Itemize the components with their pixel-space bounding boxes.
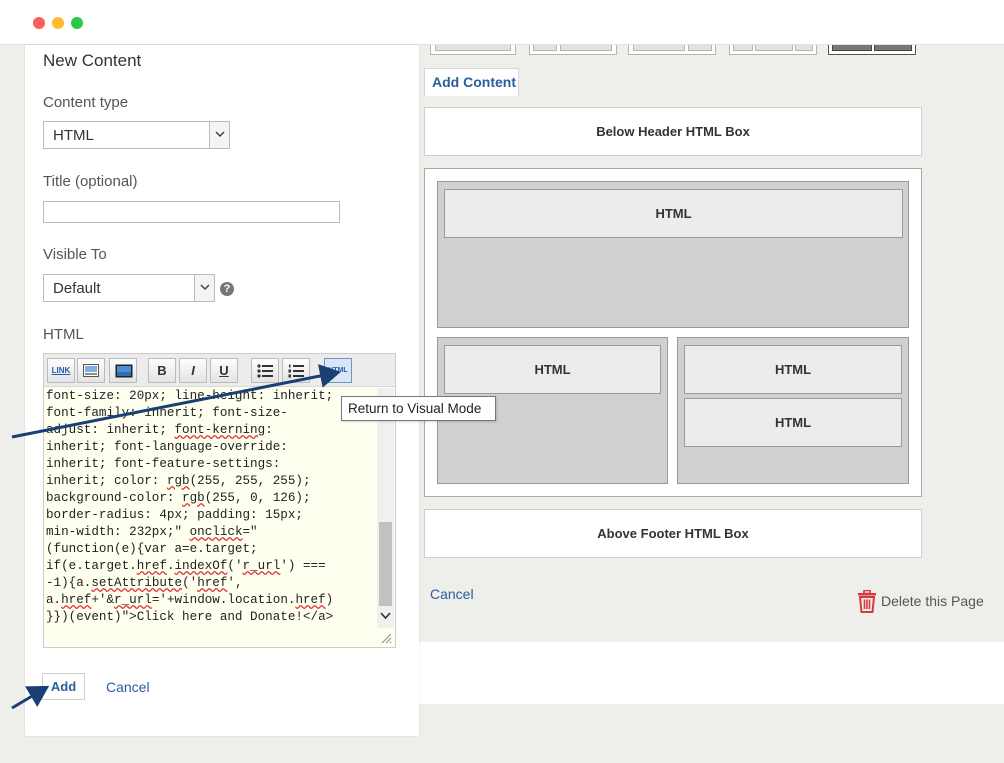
underline-button[interactable]: U <box>210 358 238 383</box>
code-line: inherit; font-feature-settings: <box>46 457 281 471</box>
layout-thumbnail[interactable] <box>430 45 516 55</box>
layout-footer-strip <box>419 642 1004 704</box>
layout-thumbnail-selected[interactable] <box>828 45 916 55</box>
window-minimize-button[interactable] <box>52 17 64 29</box>
content-layout-container: HTML HTML HTML HTML <box>424 168 922 497</box>
italic-button[interactable]: I <box>179 358 207 383</box>
code-line: min-width: 232px;" onclick=" <box>46 525 258 539</box>
html-mode-button[interactable]: HTML <box>324 358 352 383</box>
code-line: (function(e){var a=e.target; <box>46 542 258 556</box>
editor-toolbar: LINK B I U HTML <box>44 354 395 387</box>
html-block[interactable]: HTML <box>444 189 903 238</box>
help-icon[interactable]: ? <box>220 282 234 296</box>
code-line: }})(event)">Click here and Donate!</a> <box>46 610 334 624</box>
image-button[interactable] <box>77 358 105 383</box>
return-to-visual-tooltip: Return to Visual Mode <box>341 396 496 421</box>
media-button[interactable] <box>109 358 137 383</box>
html-code-textarea[interactable]: font-size: 20px; line-height: inherit; fo… <box>46 388 376 626</box>
layout-thumbnail[interactable] <box>529 45 617 55</box>
code-line: background-color: rgb(255, 0, 126); <box>46 491 311 505</box>
visible-to-select[interactable]: Default <box>43 274 215 302</box>
html-block[interactable]: HTML <box>684 398 902 447</box>
window-titlebar <box>0 0 1004 45</box>
delete-page-label: Delete this Page <box>881 593 984 609</box>
window-close-button[interactable] <box>33 17 45 29</box>
top-region: HTML <box>437 181 909 328</box>
content-type-value: HTML <box>53 127 94 144</box>
code-line: font-family: inherit; font-size- <box>46 406 288 420</box>
editor-scrollbar[interactable] <box>377 388 394 628</box>
chevron-down-icon[interactable] <box>209 122 229 148</box>
html-label: HTML <box>43 326 84 343</box>
content-type-label: Content type <box>43 94 129 111</box>
image-icon <box>83 364 99 377</box>
numbered-list-icon <box>288 364 304 378</box>
above-footer-html-box[interactable]: Above Footer HTML Box <box>424 509 922 558</box>
code-line: if(e.target.href.indexOf('r_url') === <box>46 559 326 573</box>
bullet-list-icon <box>257 364 273 378</box>
scrollbar-thumb[interactable] <box>379 522 392 606</box>
layout-thumbnail[interactable] <box>628 45 716 55</box>
html-block[interactable]: HTML <box>444 345 661 394</box>
code-line: adjust: inherit; font-kerning: <box>46 423 273 437</box>
scroll-down-icon[interactable] <box>380 612 391 620</box>
content-type-select[interactable]: HTML <box>43 121 230 149</box>
code-line: a.href+'&r_url='+window.location.href) <box>46 593 334 607</box>
code-line: font-size: 20px; line-height: inherit; <box>46 389 334 403</box>
link-button[interactable]: LINK <box>47 358 75 383</box>
layout-thumbnail[interactable] <box>729 45 817 55</box>
bottom-right-region: HTML HTML <box>677 337 909 484</box>
chevron-down-icon[interactable] <box>194 275 214 301</box>
add-button[interactable]: Add <box>42 673 85 700</box>
cancel-link[interactable]: Cancel <box>430 586 474 602</box>
resize-grip-icon[interactable] <box>378 630 392 644</box>
media-icon <box>115 364 133 378</box>
below-header-html-box[interactable]: Below Header HTML Box <box>424 107 922 156</box>
visible-to-value: Default <box>53 280 101 297</box>
code-line: border-radius: 4px; padding: 15px; <box>46 508 303 522</box>
new-content-panel: New Content Content type HTML Title (opt… <box>25 45 419 736</box>
panel-title: New Content <box>43 51 142 70</box>
bullet-list-button[interactable] <box>251 358 279 383</box>
window-maximize-button[interactable] <box>71 17 83 29</box>
bold-button[interactable]: B <box>148 358 176 383</box>
add-content-tab[interactable]: Add Content <box>424 68 519 96</box>
cancel-link[interactable]: Cancel <box>106 679 150 695</box>
trash-icon <box>858 590 876 613</box>
code-line: -1){a.setAttribute('href', <box>46 576 243 590</box>
html-block[interactable]: HTML <box>684 345 902 394</box>
code-line: inherit; font-language-override: <box>46 440 288 454</box>
code-line: inherit; color: rgb(255, 255, 255); <box>46 474 311 488</box>
title-label: Title (optional) <box>43 173 138 190</box>
title-input[interactable] <box>43 201 340 223</box>
numbered-list-button[interactable] <box>282 358 310 383</box>
visible-to-label: Visible To <box>43 246 107 263</box>
